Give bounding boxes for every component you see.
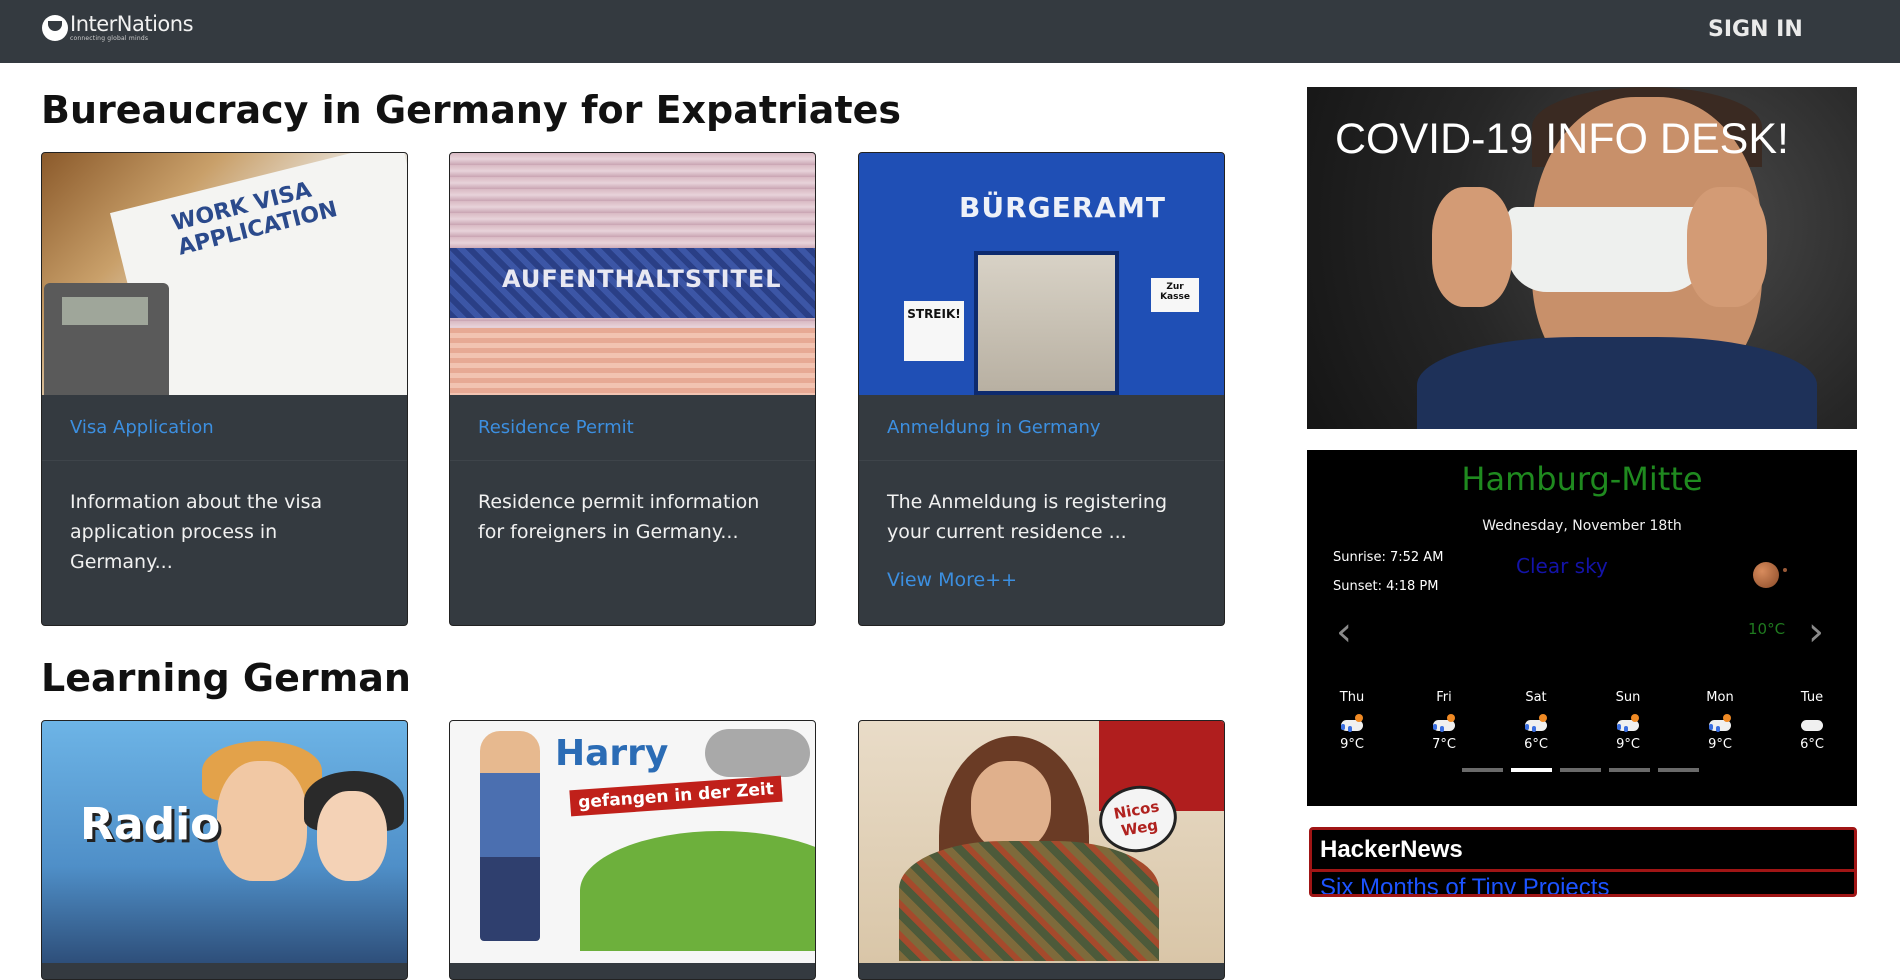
star-icon: [1783, 568, 1787, 572]
internations-logo[interactable]: InterNations connecting global minds: [42, 12, 194, 42]
image-text-radio: Radio: [80, 799, 221, 850]
card-anmeldung: BÜRGERAMT STREIK! Zur Kasse Anmeldung in…: [858, 152, 1225, 626]
weather-forecast: Thu 9°C Fri 7°C Sat 6°C Sun 9°C Mon 9°C …: [1317, 690, 1847, 752]
image-text-buergeramt: BÜRGERAMT: [959, 191, 1166, 224]
chevron-right-icon[interactable]: ›: [1801, 612, 1831, 652]
forecast-temp: 6°C: [1800, 737, 1824, 752]
carousel-indicator[interactable]: [1609, 768, 1650, 772]
image-sign-streik: STREIK!: [904, 301, 964, 361]
forecast-day: Fri 7°C: [1409, 690, 1479, 752]
forecast-day-label: Sat: [1525, 690, 1547, 705]
weather-sunrise: Sunrise: 7:52 AM: [1333, 550, 1444, 565]
visa-application-link[interactable]: Visa Application: [70, 417, 214, 438]
cloud-rain-sun-icon: [1685, 711, 1755, 732]
forecast-day-label: Tue: [1800, 690, 1824, 705]
forecast-temp: 6°C: [1524, 737, 1548, 752]
section-title-learning-german: Learning German: [41, 656, 411, 700]
card-description: The Anmeldung is registering your curren…: [887, 491, 1168, 543]
image-text-harry: Harry: [555, 733, 669, 774]
image-sign-kasse: Zur Kasse: [1151, 278, 1199, 312]
carousel-indicator-active[interactable]: [1511, 768, 1552, 772]
card-image-buergeramt: BÜRGERAMT STREIK! Zur Kasse: [859, 153, 1224, 395]
cloud-rain-sun-icon: [1409, 711, 1479, 732]
forecast-temp: 9°C: [1616, 737, 1640, 752]
cloud-rain-sun-icon: [1317, 711, 1387, 732]
weather-date: Wednesday, November 18th: [1482, 518, 1682, 534]
card-image-radio: Radio: [42, 721, 407, 963]
cloud-icon: [1777, 711, 1847, 731]
cloud-rain-sun-icon: [1593, 711, 1663, 732]
image-text-aufenthaltstitel: AUFENTHALTSTITEL: [502, 265, 782, 293]
weather-sunset: Sunset: 4:18 PM: [1333, 579, 1439, 594]
chevron-left-icon[interactable]: ‹: [1329, 612, 1359, 652]
view-more-link[interactable]: View More++: [887, 565, 1196, 595]
card-image-nicos-weg: Nicos Weg: [859, 721, 1224, 963]
logo-name: InterNations: [70, 12, 194, 36]
forecast-temp: 9°C: [1708, 737, 1732, 752]
weather-current-temp: 10°C: [1748, 620, 1786, 638]
card-harry[interactable]: Harry gefangen in der Zeit: [449, 720, 816, 980]
card-nicos-weg[interactable]: Nicos Weg: [858, 720, 1225, 980]
carousel-indicator[interactable]: [1560, 768, 1601, 772]
anmeldung-link[interactable]: Anmeldung in Germany: [887, 417, 1101, 438]
hackernews-widget: HackerNews Six Months of Tiny Projects: [1309, 827, 1857, 897]
residence-permit-link[interactable]: Residence Permit: [478, 417, 634, 438]
moon-icon: [1753, 562, 1779, 588]
forecast-day-label: Fri: [1436, 690, 1452, 705]
top-navbar: InterNations connecting global minds SIG…: [0, 0, 1900, 63]
forecast-day: Tue 6°C: [1777, 690, 1847, 752]
image-text-harry-banner: gefangen in der Zeit: [569, 775, 783, 817]
card-description: Information about the visa application p…: [70, 491, 323, 573]
covid-title: COVID-19 INFO DESK!: [1335, 115, 1789, 163]
hackernews-item-link[interactable]: Six Months of Tiny Projects: [1312, 872, 1854, 894]
cloud-rain-sun-icon: [1501, 711, 1571, 732]
card-visa-application: WORK VISA APPLICATION Visa Application I…: [41, 152, 408, 626]
logo-tagline: connecting global minds: [70, 35, 149, 42]
card-image-residence-permit: AUFENTHALTSTITEL: [450, 153, 815, 395]
forecast-day-label: Sun: [1615, 690, 1641, 705]
forecast-day: Sun 9°C: [1593, 690, 1663, 752]
card-image-harry: Harry gefangen in der Zeit: [450, 721, 815, 963]
card-radio-d[interactable]: Radio: [41, 720, 408, 980]
forecast-day-label: Thu: [1339, 690, 1365, 705]
carousel-indicator[interactable]: [1658, 768, 1699, 772]
forecast-temp: 7°C: [1432, 737, 1456, 752]
card-residence-permit: AUFENTHALTSTITEL Residence Permit Reside…: [449, 152, 816, 626]
carousel-indicator[interactable]: [1462, 768, 1503, 772]
forecast-day-label: Mon: [1706, 690, 1734, 705]
section-title-bureaucracy: Bureaucracy in Germany for Expatriates: [41, 88, 902, 132]
forecast-day: Mon 9°C: [1685, 690, 1755, 752]
covid-info-banner[interactable]: COVID-19 INFO DESK!: [1307, 87, 1857, 429]
sign-in-link[interactable]: SIGN IN: [1708, 17, 1803, 42]
forecast-temp: 9°C: [1340, 737, 1364, 752]
carousel-indicators: [1462, 768, 1699, 772]
weather-condition: Clear sky: [1516, 554, 1608, 578]
forecast-day: Thu 9°C: [1317, 690, 1387, 752]
card-description: Residence permit information for foreign…: [478, 491, 760, 543]
hackernews-title: HackerNews: [1312, 830, 1854, 872]
forecast-day: Sat 6°C: [1501, 690, 1571, 752]
weather-widget: Hamburg-Mitte Wednesday, November 18th S…: [1307, 450, 1857, 806]
weather-city: Hamburg-Mitte: [1461, 460, 1703, 498]
card-image-visa: WORK VISA APPLICATION: [42, 153, 407, 395]
internations-logo-icon: [42, 15, 68, 41]
